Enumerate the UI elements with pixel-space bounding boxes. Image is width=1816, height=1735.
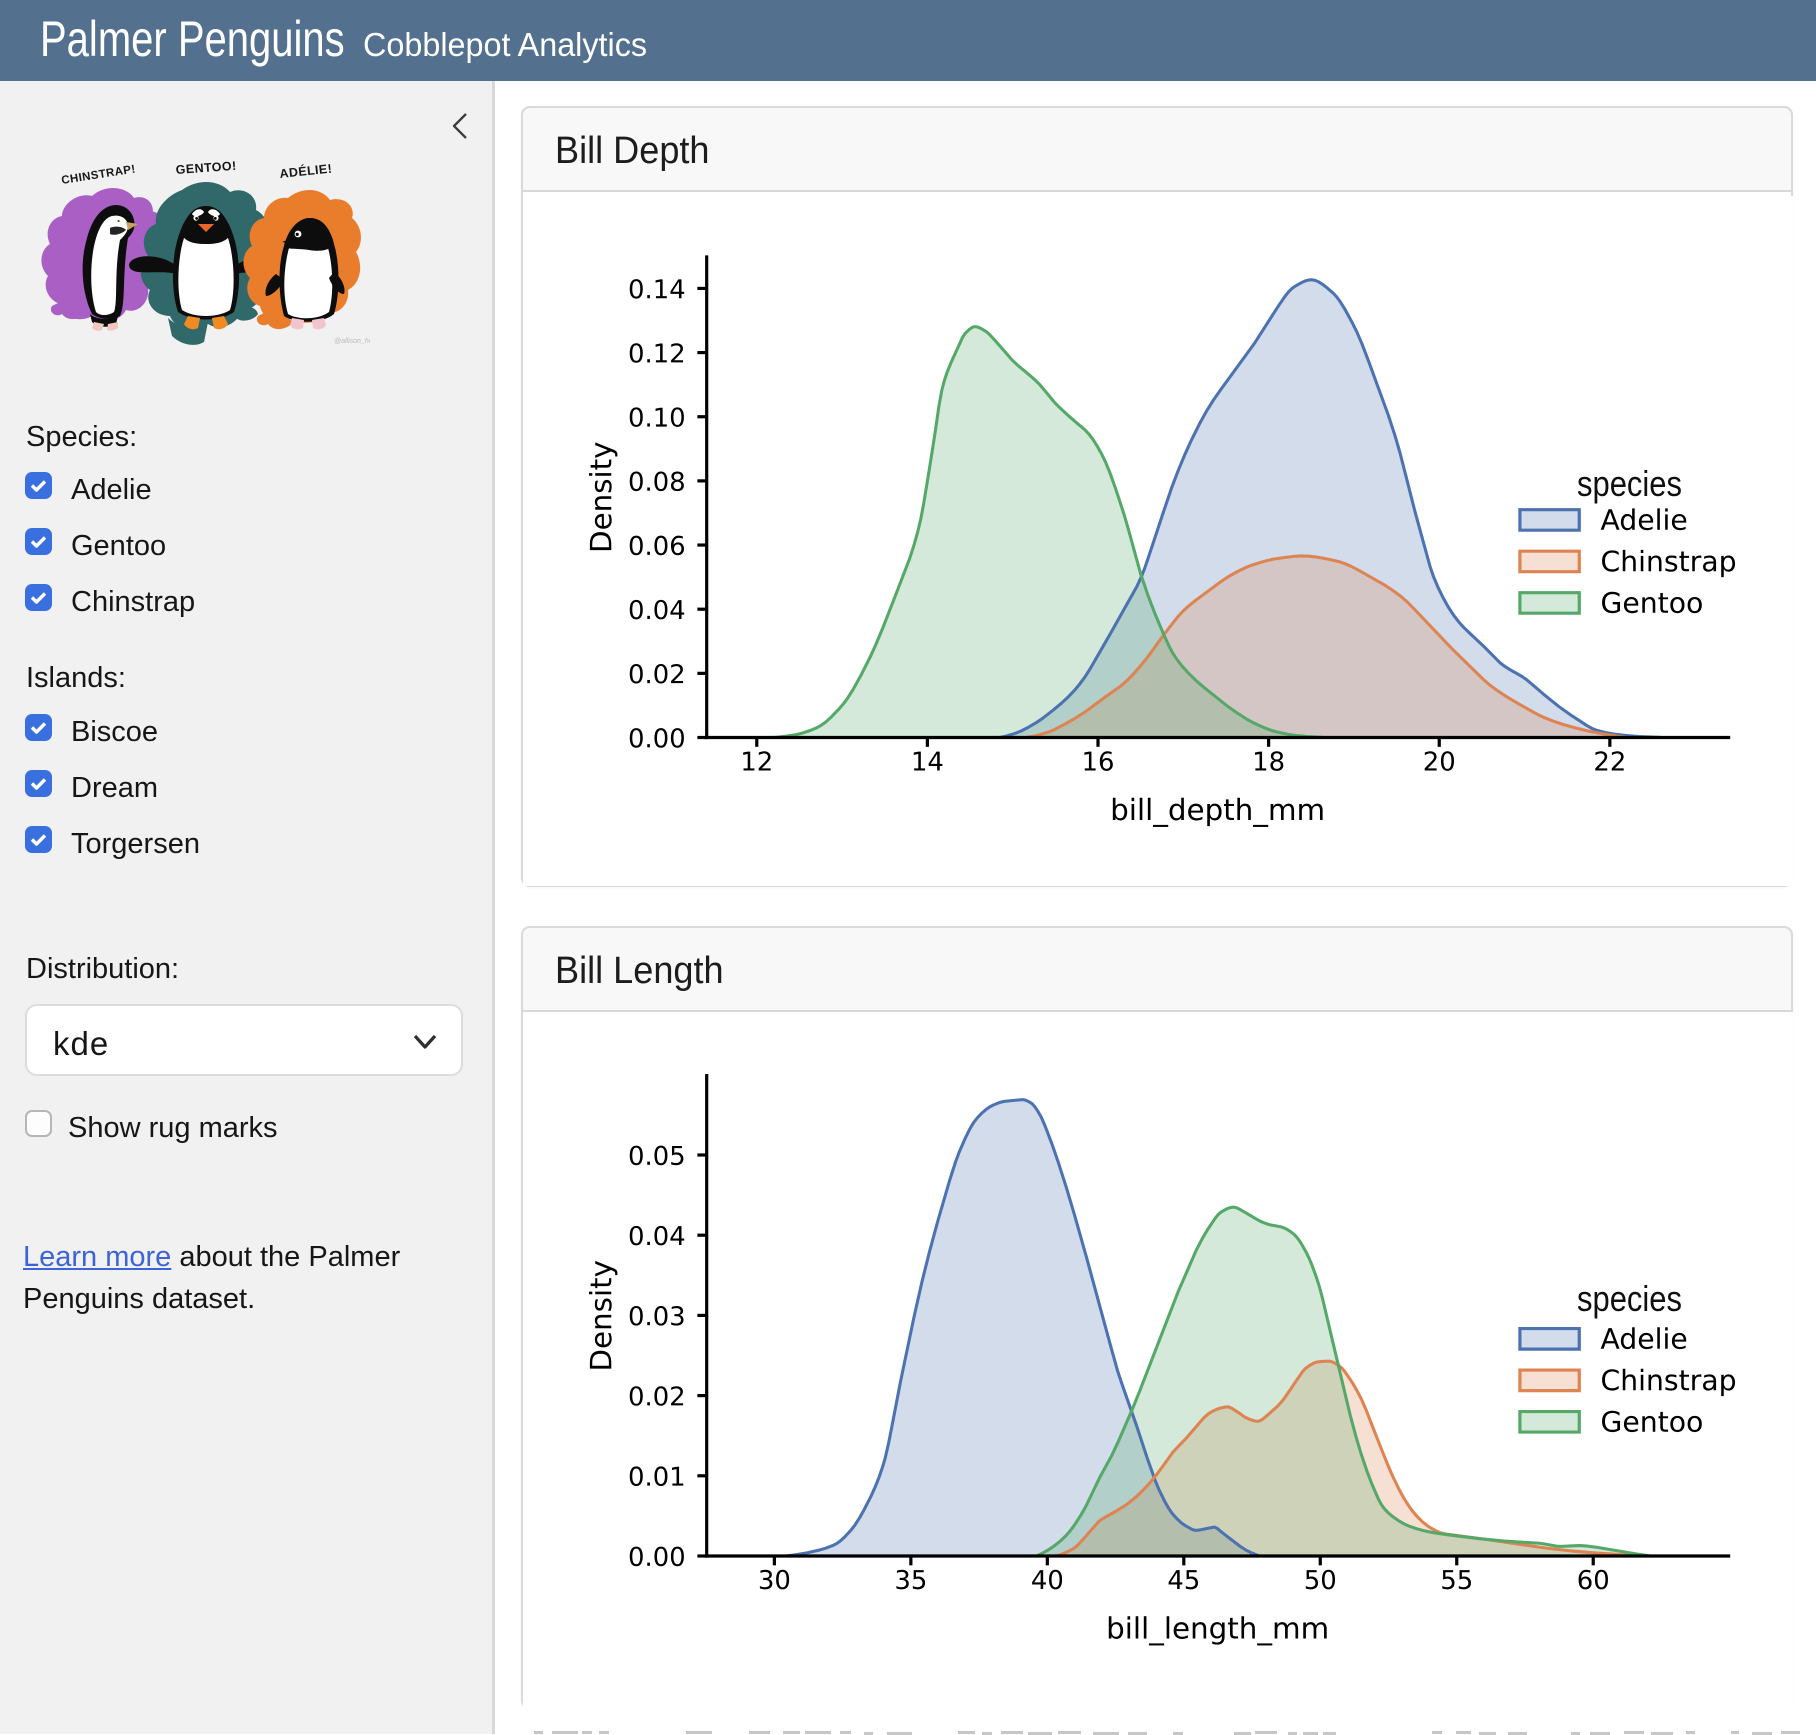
svg-text:ADÉLIE!: ADÉLIE!	[279, 161, 333, 181]
svg-text:GENTOO!: GENTOO!	[175, 159, 237, 177]
svg-text:@allison_horst: @allison_horst	[334, 338, 370, 345]
svg-text:CHINSTRAP!: CHINSTRAP!	[61, 163, 137, 187]
